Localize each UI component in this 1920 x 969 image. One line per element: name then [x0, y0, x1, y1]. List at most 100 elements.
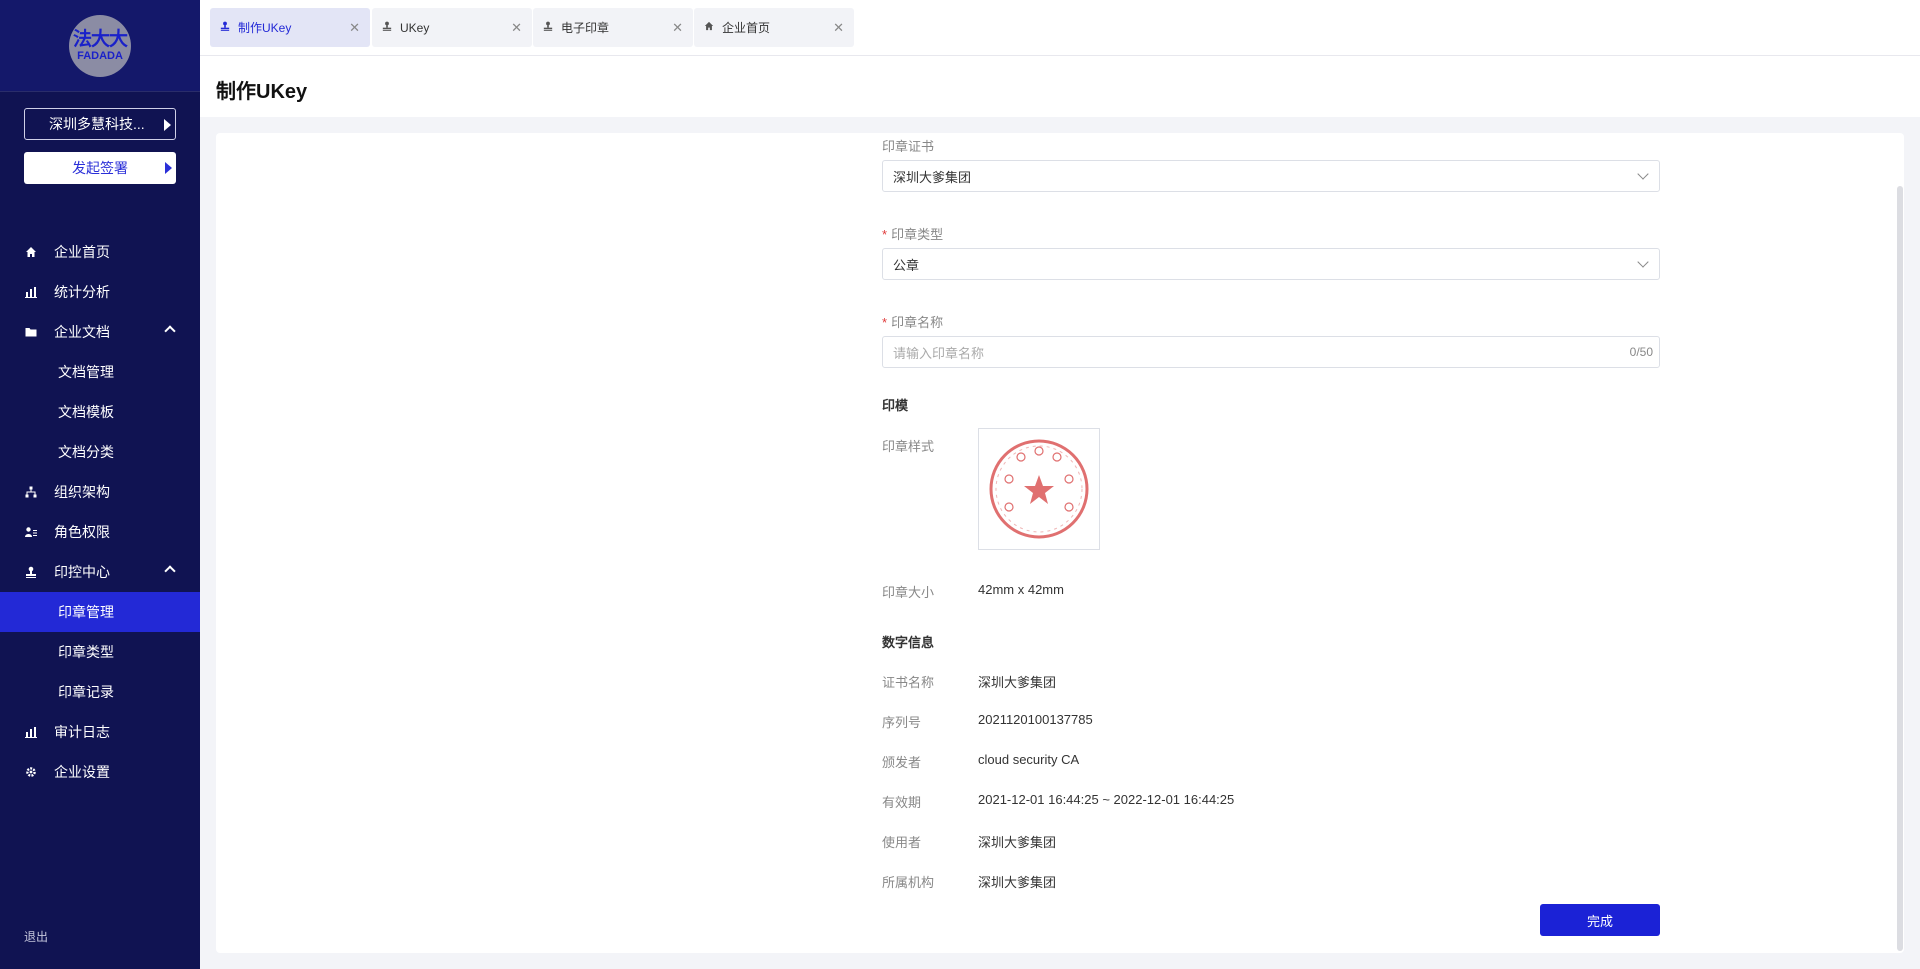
user-label: 使用者 — [882, 835, 922, 850]
sidebar-item-label: 印控中心 — [54, 564, 110, 580]
sidebar-item-label: 企业首页 — [54, 244, 110, 260]
digital-section-title: 数字信息 — [882, 635, 935, 650]
chevron-up-icon — [164, 565, 176, 577]
seal-name-label-text: 印章名称 — [891, 315, 944, 330]
sidebar-item-label: 企业文档 — [54, 324, 110, 340]
sidebar-subitem-doc-category[interactable]: 文档分类 — [0, 432, 200, 472]
sidebar-item-label: 审计日志 — [54, 724, 110, 740]
cert-select[interactable]: 深圳大爹集团 — [882, 160, 1660, 192]
sidebar-subitem-seal-type[interactable]: 印章类型 — [0, 632, 200, 672]
required-mark: * — [882, 315, 888, 330]
bar-chart-icon — [24, 725, 38, 739]
cert-name-label: 证书名称 — [882, 675, 935, 690]
seal-type-select-value: 公章 — [893, 257, 920, 273]
logo-text-cn: 法大大 — [72, 28, 128, 50]
seal-name-placeholder: 请输入印章名称 — [893, 345, 985, 361]
tab-bar: 制作UKey ✕ UKey ✕ 电子印章 ✕ 企业首页 ✕ — [200, 0, 1920, 56]
seal-type-label: * 印章类型 — [882, 224, 943, 243]
start-sign-label: 发起签署 — [72, 160, 128, 176]
sidebar-item-seal-center[interactable]: 印控中心 — [0, 552, 200, 592]
sidebar-subitem-seal-manage[interactable]: 印章管理 — [0, 592, 200, 632]
sidebar-subitem-doc-manage[interactable]: 文档管理 — [0, 352, 200, 392]
sidebar-subitem-label: 文档分类 — [58, 444, 114, 460]
close-icon[interactable]: ✕ — [833, 20, 844, 36]
sidebar-item-documents[interactable]: 企业文档 — [0, 312, 200, 352]
cert-select-value: 深圳大爹集团 — [893, 169, 972, 185]
sidebar-item-roles[interactable]: 角色权限 — [0, 512, 200, 552]
org-label: 所属机构 — [882, 875, 935, 890]
chevron-up-icon — [164, 325, 176, 337]
chevron-down-icon — [1637, 168, 1649, 180]
tab-electronic-seal[interactable]: 电子印章 ✕ — [533, 8, 693, 47]
sidebar-subitem-label: 文档模板 — [58, 404, 114, 420]
validity-label: 有效期 — [882, 795, 922, 810]
tab-make-ukey[interactable]: 制作UKey ✕ — [210, 8, 370, 47]
sidebar-item-label: 统计分析 — [54, 284, 110, 300]
page-header: 制作UKey — [200, 56, 1920, 117]
char-counter: 0/50 — [1629, 345, 1653, 359]
bar-chart-icon — [24, 285, 38, 299]
logo-text-en: FADADA — [77, 49, 123, 62]
user-role-icon — [24, 525, 38, 539]
tab-label: 制作UKey — [238, 21, 292, 35]
scrollbar[interactable] — [1897, 186, 1903, 951]
issuer-label: 颁发者 — [882, 755, 922, 770]
stamp-icon — [382, 21, 394, 34]
home-icon — [704, 21, 716, 34]
sidebar-item-stats[interactable]: 统计分析 — [0, 272, 200, 312]
sidebar-subitem-label: 印章记录 — [58, 684, 114, 700]
close-icon[interactable]: ✕ — [349, 20, 360, 36]
seal-type-select[interactable]: 公章 — [882, 248, 1660, 280]
tab-label: 企业首页 — [722, 21, 771, 35]
gear-icon — [24, 765, 38, 779]
start-sign-button[interactable]: 发起签署 — [24, 152, 176, 184]
tab-home[interactable]: 企业首页 ✕ — [694, 8, 854, 47]
chevron-down-icon — [1637, 256, 1649, 268]
cert-label: 印章证书 — [882, 139, 935, 154]
home-icon — [24, 245, 38, 259]
close-icon[interactable]: ✕ — [511, 20, 522, 36]
sidebar-item-settings[interactable]: 企业设置 — [0, 752, 200, 792]
issuer-value: cloud security CA — [978, 752, 1080, 767]
sidebar-item-audit-log[interactable]: 审计日志 — [0, 712, 200, 752]
required-mark: * — [882, 227, 888, 242]
stamp-icon — [220, 21, 232, 34]
seal-preview[interactable] — [978, 428, 1100, 550]
sidebar-item-label: 角色权限 — [54, 524, 110, 540]
logout-link[interactable]: 退出 — [24, 928, 48, 945]
serial-label: 序列号 — [882, 715, 922, 730]
sidebar-item-label: 企业设置 — [54, 764, 110, 780]
sidebar-subitem-doc-template[interactable]: 文档模板 — [0, 392, 200, 432]
sidebar-item-home[interactable]: 企业首页 — [0, 232, 200, 272]
sidebar-item-org[interactable]: 组织架构 — [0, 472, 200, 512]
folder-icon — [24, 325, 38, 339]
sidebar-subitem-label: 印章类型 — [58, 644, 114, 660]
stamp-icon — [24, 565, 38, 579]
tab-ukey[interactable]: UKey ✕ — [372, 8, 532, 47]
seal-type-label-text: 印章类型 — [891, 227, 944, 242]
stamp-icon — [543, 21, 555, 34]
page-title: 制作UKey — [216, 81, 308, 103]
tab-label: 电子印章 — [561, 21, 610, 35]
company-name: 深圳多慧科技... — [49, 116, 145, 132]
done-button[interactable]: 完成 — [1540, 904, 1660, 936]
seal-name-input[interactable]: 请输入印章名称 0/50 — [882, 336, 1660, 368]
caret-right-icon — [165, 162, 172, 174]
org-chart-icon — [24, 485, 38, 499]
mold-section-title: 印模 — [882, 398, 909, 413]
seal-image — [989, 439, 1089, 539]
seal-style-label: 印章样式 — [882, 439, 935, 454]
sidebar-subitem-label: 印章管理 — [58, 604, 114, 620]
close-icon[interactable]: ✕ — [672, 20, 683, 36]
org-value: 深圳大爹集团 — [978, 875, 1057, 890]
caret-right-icon — [164, 119, 171, 131]
user-value: 深圳大爹集团 — [978, 835, 1057, 850]
sidebar: 法大大 FADADA 深圳多慧科技... 发起签署 企业首页 统计分析 企业文档 — [0, 0, 200, 969]
sidebar-subitem-seal-record[interactable]: 印章记录 — [0, 672, 200, 712]
tab-label: UKey — [400, 20, 430, 35]
sidebar-item-label: 组织架构 — [54, 484, 110, 500]
company-switch-button[interactable]: 深圳多慧科技... — [24, 108, 176, 140]
seal-size-value: 42mm x 42mm — [978, 582, 1064, 597]
fadada-logo[interactable]: 法大大 FADADA — [69, 14, 131, 77]
logo-area: 法大大 FADADA — [0, 0, 200, 92]
